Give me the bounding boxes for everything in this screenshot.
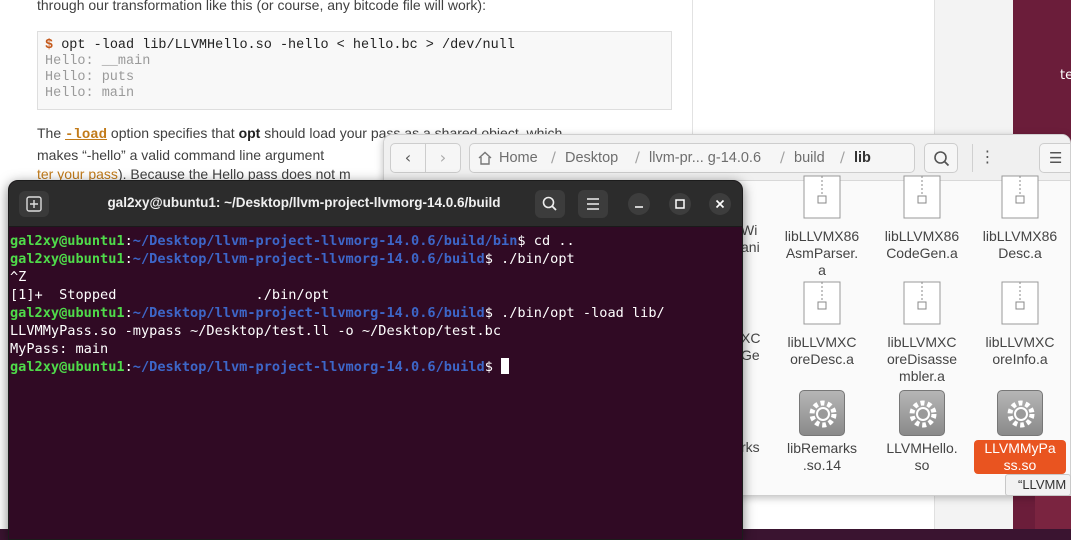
minimize-button[interactable]: [628, 193, 650, 215]
close-icon: [715, 199, 725, 209]
file-label: libLLVMX86 CodeGen.a: [884, 228, 960, 261]
doc-paragraph: makes “-hello” a valid command line argu…: [37, 147, 325, 163]
archive-icon: [803, 175, 841, 219]
terminal-line: LLVMMyPass.so -mypass ~/Desktop/test.ll …: [10, 323, 502, 339]
terminal-window: gal2xy@ubuntu1: ~/Desktop/llvm-project-l…: [8, 180, 743, 540]
breadcrumb-separator: /: [551, 150, 556, 166]
terminal-line: MyPass: main: [10, 341, 109, 357]
file-item[interactable]: libLLVMX86 AsmParser. a: [776, 174, 868, 279]
file-item[interactable]: libLLVMX86 CodeGen.a: [876, 174, 968, 262]
file-label: libRemarks .so.14: [786, 440, 857, 473]
terminal-title: gal2xy@ubuntu1: ~/Desktop/llvm-project-l…: [107, 195, 501, 210]
maximize-icon: [675, 199, 685, 209]
file-label: LLVMHello. so: [886, 440, 958, 473]
file-item[interactable]: LLVMHello. so: [876, 390, 968, 474]
breadcrumb-build[interactable]: build: [794, 150, 825, 166]
terminal-prompt-line: gal2xy@ubuntu1:~/Desktop/llvm-project-ll…: [10, 358, 742, 376]
terminal-header: gal2xy@ubuntu1: ~/Desktop/llvm-project-l…: [9, 181, 742, 227]
terminal-search-button[interactable]: [535, 190, 565, 218]
breadcrumb-separator: /: [840, 150, 845, 166]
path-bar: Home / Desktop / llvm-pr... g-14.0.6 / b…: [469, 143, 996, 173]
minimize-icon: [635, 206, 643, 208]
terminal-line: [1]+ Stopped ./bin/opt: [10, 287, 330, 303]
breadcrumb-separator: /: [635, 150, 640, 166]
archive-icon: [1001, 175, 1039, 219]
terminal-line: gal2xy@ubuntu1:~/Desktop/llvm-project-ll…: [10, 305, 665, 321]
breadcrumb-separator: /: [780, 150, 785, 166]
partial-file-label[interactable]: ani: [741, 239, 760, 256]
file-label: LLVMMyPa ss.so: [974, 440, 1066, 474]
chevron-left-icon: ‹: [404, 148, 412, 167]
file-item-selected[interactable]: LLVMMyPa ss.so: [974, 390, 1066, 474]
close-button[interactable]: [709, 193, 731, 215]
terminal-output[interactable]: gal2xy@ubuntu1:~/Desktop/llvm-project-ll…: [9, 228, 742, 539]
file-label: libLLVMXC oreInfo.a: [985, 334, 1055, 367]
code-output-line: Hello: main: [45, 86, 135, 101]
terminal-menu-button[interactable]: [578, 190, 608, 218]
desktop-background: [1035, 496, 1071, 529]
gear-icon: [899, 390, 945, 436]
hamburger-menu-icon: [587, 198, 599, 210]
file-label: libLLVMXC oreDisasse mbler.a: [886, 334, 958, 384]
code-command-line: $ opt -load lib/LLVMHello.so -hello < he…: [45, 38, 515, 53]
text-cursor: [501, 358, 510, 374]
search-button[interactable]: [924, 143, 958, 173]
file-item[interactable]: libLLVMXC oreDisasse mbler.a: [876, 280, 968, 385]
breadcrumb-project[interactable]: llvm-pr... g-14.0.6: [649, 150, 761, 166]
terminal-line: gal2xy@ubuntu1:~/Desktop/llvm-project-ll…: [10, 233, 575, 249]
code-output-line: Hello: puts: [45, 70, 135, 85]
file-item[interactable]: libLLVMXC oreInfo.a: [974, 280, 1066, 368]
search-icon: [542, 196, 557, 211]
gear-icon: [997, 390, 1043, 436]
doc-paragraph: through our transformation like this (or…: [37, 0, 486, 13]
file-item[interactable]: libLLVMX86 Desc.a: [974, 174, 1066, 262]
code-block: $ opt -load lib/LLVMHello.so -hello < he…: [37, 31, 672, 110]
partial-file-label[interactable]: Wi: [741, 222, 757, 239]
home-icon: [478, 151, 492, 165]
option-link[interactable]: -load: [65, 127, 107, 143]
file-tooltip: “LLVMM: [1005, 474, 1071, 496]
view-toggle-button[interactable]: ☰: [1039, 143, 1070, 173]
path-menu-button[interactable]: ⋮: [972, 144, 1002, 172]
archive-icon: [903, 281, 941, 325]
terminal-line: gal2xy@ubuntu1:~/Desktop/llvm-project-ll…: [10, 251, 575, 267]
archive-icon: [1001, 281, 1039, 325]
desktop-label: te: [1060, 68, 1071, 83]
search-icon: [934, 151, 950, 167]
chevron-right-icon: ›: [439, 148, 447, 167]
partial-file-label[interactable]: rks: [741, 439, 760, 456]
partial-file-label[interactable]: XC: [741, 330, 760, 347]
file-label: libLLVMX86 Desc.a: [982, 228, 1058, 261]
breadcrumb-lib[interactable]: lib: [854, 150, 871, 166]
breadcrumb-home[interactable]: Home: [499, 150, 538, 166]
maximize-button[interactable]: [669, 193, 691, 215]
gear-icon: [799, 390, 845, 436]
forward-button[interactable]: ›: [425, 143, 461, 173]
terminal-line: ^Z: [10, 269, 27, 285]
partial-file-label[interactable]: Ge: [741, 347, 760, 364]
list-view-icon: ☰: [1049, 149, 1063, 167]
breadcrumb-desktop[interactable]: Desktop: [565, 150, 618, 166]
file-label: libLLVMX86 AsmParser. a: [784, 228, 860, 278]
file-item[interactable]: libRemarks .so.14: [776, 390, 868, 474]
file-item[interactable]: libLLVMXC oreDesc.a: [776, 280, 868, 368]
archive-icon: [903, 175, 941, 219]
archive-icon: [803, 281, 841, 325]
back-button[interactable]: ‹: [390, 143, 426, 173]
code-output-line: Hello: __main: [45, 54, 151, 69]
file-label: libLLVMXC oreDesc.a: [787, 334, 857, 367]
kebab-menu-icon: ⋮: [979, 147, 996, 166]
